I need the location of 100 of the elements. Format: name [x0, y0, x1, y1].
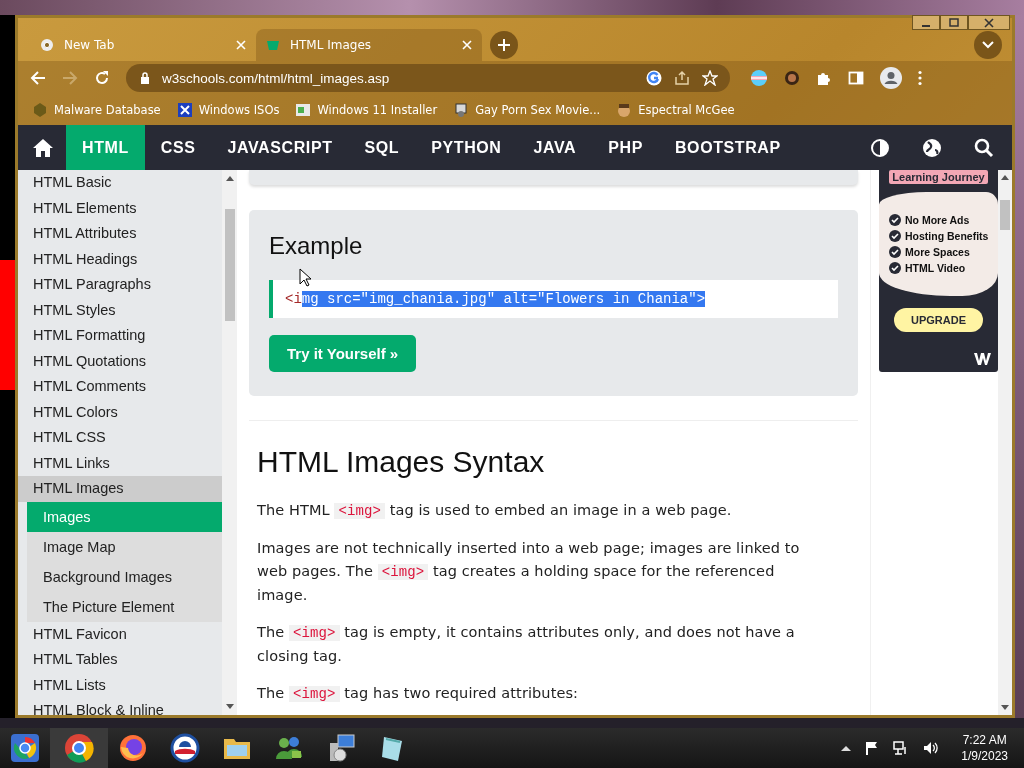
tab-search-button[interactable] — [974, 31, 1002, 59]
check-icon — [889, 230, 901, 242]
search-icon[interactable] — [974, 137, 994, 158]
show-hidden-icons-icon[interactable] — [841, 745, 852, 751]
speaker-icon[interactable] — [923, 741, 940, 755]
nav-link[interactable]: CSS — [144, 125, 212, 170]
check-icon — [889, 262, 901, 274]
favicon-icon — [266, 39, 280, 51]
plus-icon — [497, 38, 511, 52]
sidebar-item[interactable]: HTML Elements — [18, 195, 222, 221]
campaign-logo-icon[interactable] — [170, 733, 200, 763]
sidebar-item[interactable]: HTML Headings — [18, 246, 222, 272]
flag-icon[interactable] — [865, 741, 880, 755]
sidebar-item[interactable]: HTML Lists — [18, 672, 222, 698]
logo-icon — [974, 352, 992, 366]
ad-badge: Learning Journey — [889, 170, 988, 184]
globe-icon[interactable] — [922, 137, 942, 158]
feature-text: HTML Video — [905, 262, 966, 274]
share-icon[interactable] — [674, 70, 690, 86]
bookmark[interactable]: Windows 11 Installer — [295, 102, 438, 118]
example-title: Example — [269, 232, 364, 260]
minimize-button[interactable] — [912, 15, 940, 30]
sidebar-item[interactable]: HTML Tables — [18, 647, 222, 673]
google-icon[interactable] — [646, 70, 662, 86]
clock[interactable]: 7:22 AM 1/9/2023 — [961, 732, 1008, 764]
sidebar-item[interactable]: HTML Comments — [18, 374, 222, 400]
advertisement[interactable]: Learning Journey No More Ads Hosting Benefits More Spaces HTML Video UPGRADE — [879, 170, 998, 372]
sidebar-item[interactable]: HTML CSS — [18, 425, 222, 451]
cursor-icon — [299, 268, 311, 287]
firefox-icon[interactable] — [118, 733, 148, 763]
paragraph: The <img> tag has two required attributes: — [257, 684, 580, 704]
nav-link[interactable]: JAVA — [517, 125, 593, 170]
sidebar-item[interactable]: HTML Images — [18, 476, 222, 502]
paragraph: The <img> tag is empty, it contains attributes only, and does not have a closing tag. — [257, 623, 796, 666]
sidebar-subitem[interactable]: The Picture Element — [27, 591, 222, 622]
scroll-up-icon[interactable] — [1001, 175, 1009, 180]
bookmark[interactable]: Malware Database — [32, 102, 161, 118]
clock-time: 7:22 AM — [962, 732, 1007, 748]
profile-icon[interactable] — [880, 67, 902, 89]
close-button[interactable] — [968, 15, 1010, 30]
star-icon[interactable] — [702, 70, 718, 86]
sidebar-subitem[interactable]: Image Map — [27, 531, 222, 562]
sidebar-item[interactable]: HTML Styles — [18, 297, 222, 323]
scroll-up-icon[interactable] — [225, 176, 234, 181]
close-tab-icon[interactable] — [462, 40, 472, 50]
nav-link[interactable]: SQL — [348, 125, 416, 170]
sidebar-item[interactable]: HTML Paragraphs — [18, 272, 222, 298]
close-tab-icon[interactable] — [236, 40, 246, 50]
feature-text: More Spaces — [905, 246, 970, 258]
sidebar-item[interactable]: HTML Links — [18, 450, 222, 476]
scroll-down-icon[interactable] — [1001, 705, 1009, 710]
bookmark-icon — [453, 102, 470, 118]
scroll-down-icon[interactable] — [225, 704, 234, 709]
new-tab-button[interactable] — [490, 31, 518, 59]
chrome-icon — [64, 733, 94, 763]
sidebar-item[interactable]: HTML Colors — [18, 399, 222, 425]
start-icon[interactable] — [10, 733, 40, 763]
sidebar-subitem[interactable]: Background Images — [27, 561, 222, 592]
address-bar[interactable]: w3schools.com/html/html_images.asp — [126, 64, 730, 92]
avatar-extension-icon[interactable] — [784, 70, 800, 86]
chrome-icon — [40, 38, 54, 52]
bookmark[interactable]: Gay Porn Sex Movie... — [453, 102, 601, 118]
bookmark-icon — [295, 102, 312, 118]
sidebar-item[interactable]: HTML Favicon — [18, 621, 222, 647]
nav-link[interactable]: PHP — [592, 125, 659, 170]
scrollbar[interactable] — [222, 170, 237, 715]
browser-tab[interactable]: HTML Images — [256, 29, 482, 61]
nav-link[interactable]: JAVASCRIPT — [211, 125, 349, 170]
sidebar-item[interactable]: HTML Block & Inline — [18, 698, 222, 715]
sidebar-item[interactable]: HTML Quotations — [18, 348, 222, 374]
chevron-down-icon — [982, 41, 994, 49]
bookmark[interactable]: Windows ISOs — [176, 102, 280, 118]
contrast-icon[interactable] — [870, 137, 890, 158]
nav-link[interactable]: BOOTSTRAP — [658, 125, 797, 170]
back-icon[interactable] — [30, 70, 46, 86]
section-heading: HTML Images Syntax — [257, 445, 546, 479]
taskbar-button[interactable] — [50, 728, 108, 768]
home-icon[interactable] — [32, 137, 54, 158]
puzzle-icon[interactable] — [816, 70, 832, 86]
scrollbar-thumb[interactable] — [1000, 200, 1010, 230]
paragraph: Images are not technically inserted into a web page; images are linked to web pages. The <img> tag creates a holding space for the referenced image. — [257, 539, 801, 605]
check-icon — [889, 246, 901, 258]
check-icon — [889, 214, 901, 226]
reload-icon[interactable] — [94, 70, 110, 86]
bookmark[interactable]: Espectral McGee — [616, 102, 735, 118]
sidebar-item[interactable]: HTML Attributes — [18, 221, 222, 247]
flag-extension-icon[interactable] — [750, 70, 768, 86]
sidebar-item[interactable]: HTML Basic — [18, 170, 222, 196]
side-panel-icon[interactable] — [848, 70, 864, 86]
bookmark-icon — [176, 102, 193, 118]
scrollbar-thumb[interactable] — [224, 209, 235, 321]
clock-date: 1/9/2023 — [961, 748, 1008, 764]
upgrade-button[interactable]: UPGRADE — [894, 308, 983, 332]
nav-link[interactable]: PYTHON — [415, 125, 518, 170]
sidebar-item[interactable]: HTML Formatting — [18, 323, 222, 349]
maximize-button[interactable] — [940, 15, 968, 30]
lock-icon — [140, 72, 150, 84]
feature-text: Hosting Benefits — [905, 230, 989, 242]
menu-icon[interactable] — [918, 70, 922, 86]
page-scrollbar[interactable] — [998, 170, 1012, 715]
